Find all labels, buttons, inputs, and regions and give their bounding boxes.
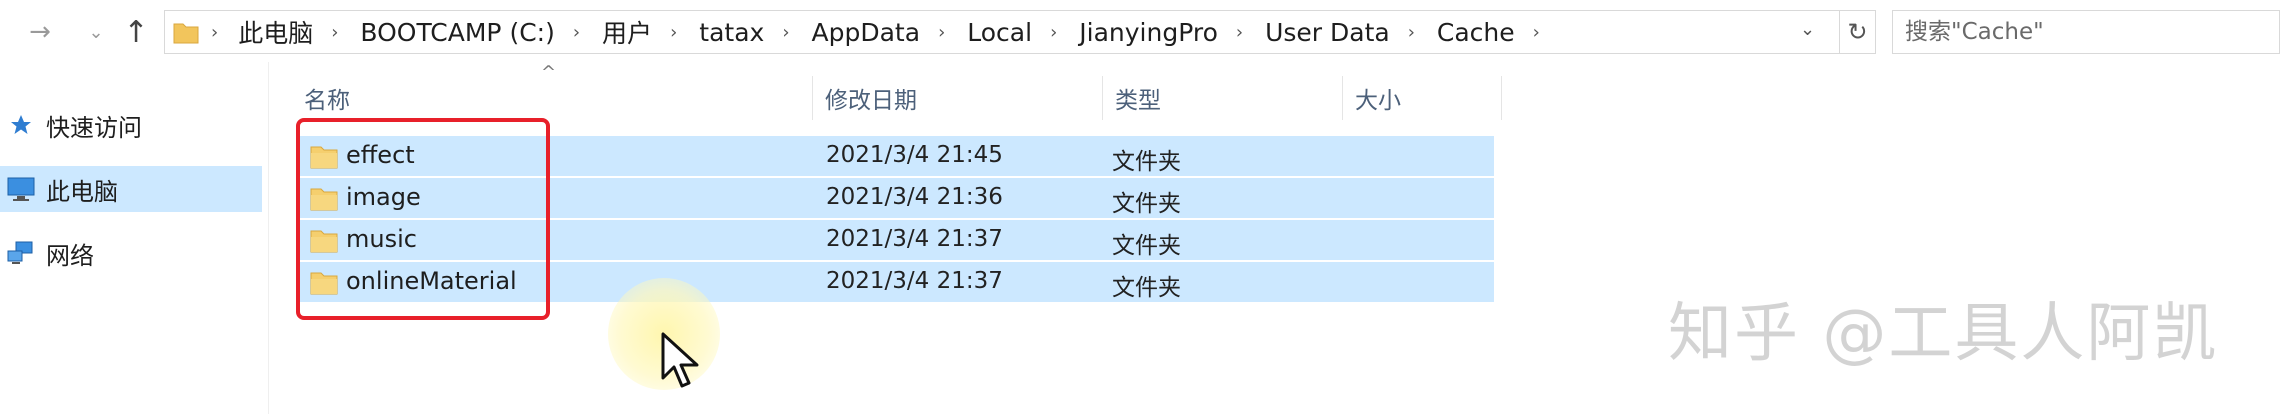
file-type: 文件夹 [1112,233,1181,259]
network-icon [6,238,36,268]
breadcrumb-item[interactable]: Local [967,18,1032,47]
file-date-modified: 2021/3/4 21:36 [826,184,1003,210]
column-header-type[interactable]: 类型 [1102,76,1342,120]
breadcrumb-separator-icon[interactable]: › [573,22,580,43]
sidebar-item-this-pc[interactable]: 此电脑 [0,166,262,212]
file-type: 文件夹 [1112,191,1181,217]
breadcrumb-separator-icon[interactable]: › [331,22,338,43]
address-bar[interactable]: › 此电脑 › BOOTCAMP (C:) › 用户 › tatax › AppData › Loca… [164,10,1840,54]
sidebar-item-label: 此电脑 [46,177,118,206]
file-type: 文件夹 [1112,275,1181,301]
column-header-name[interactable]: 名称 [292,76,812,120]
up-arrow-icon[interactable]: ↑ [118,14,154,50]
column-header-date-modified[interactable]: 修改日期 [812,76,1102,120]
breadcrumb-item[interactable]: AppData [812,18,921,47]
file-date-modified: 2021/3/4 21:37 [826,226,1003,252]
breadcrumb-separator-icon[interactable]: › [1533,22,1540,43]
breadcrumb-item[interactable]: 此电脑 [238,14,313,50]
breadcrumb-item[interactable]: User Data [1265,18,1390,47]
annotation-highlight-box [296,118,550,320]
sidebar-item-network[interactable]: 网络 [0,230,262,276]
breadcrumb-separator-icon[interactable]: › [1236,22,1243,43]
refresh-icon[interactable]: ↻ [1840,10,1876,54]
breadcrumb-separator-icon[interactable]: › [211,22,218,43]
column-header-size[interactable]: 大小 [1342,76,1502,120]
address-dropdown-chevron-icon[interactable]: ⌄ [1800,19,1815,40]
computer-icon [6,174,36,204]
navigation-bar: → ⌄ ↑ › 此电脑 › BOOTCAMP (C:) › 用户 › tatax › AppDat… [0,0,2280,62]
mouse-cursor-icon [661,332,699,388]
star-icon [6,110,36,140]
file-explorer-window: → ⌄ ↑ › 此电脑 › BOOTCAMP (C:) › 用户 › tatax › AppDat… [0,0,2280,414]
breadcrumb-separator-icon[interactable]: › [670,22,677,43]
sidebar-item-label: 快速访问 [46,113,142,142]
pane-divider [268,62,269,414]
back-arrow-icon[interactable]: → [22,14,58,50]
breadcrumb-separator-icon[interactable]: › [938,22,945,43]
breadcrumb-item[interactable]: BOOTCAMP (C:) [360,18,554,47]
breadcrumb-item[interactable]: Cache [1437,18,1515,47]
search-input[interactable] [1892,10,2280,54]
folder-icon [173,23,199,44]
breadcrumb-item[interactable]: tatax [699,18,764,47]
breadcrumb: › 此电脑 › BOOTCAMP (C:) › 用户 › tatax › AppData › Loca… [209,11,1562,53]
recent-locations-chevron-icon[interactable]: ⌄ [78,14,114,50]
sidebar-item-label: 网络 [46,241,94,270]
file-date-modified: 2021/3/4 21:37 [826,268,1003,294]
breadcrumb-item[interactable]: JianyingPro [1079,18,1218,47]
navigation-pane: 快速访问 此电脑 网络 [0,62,268,414]
file-date-modified: 2021/3/4 21:45 [826,142,1003,168]
breadcrumb-separator-icon[interactable]: › [1408,22,1415,43]
file-type: 文件夹 [1112,149,1181,175]
watermark-text: 知乎 @工具人阿凯 [1668,297,2219,371]
breadcrumb-separator-icon[interactable]: › [1050,22,1057,43]
sidebar-item-quick-access[interactable]: 快速访问 [0,102,262,148]
breadcrumb-item[interactable]: 用户 [602,14,652,50]
breadcrumb-separator-icon[interactable]: › [782,22,789,43]
